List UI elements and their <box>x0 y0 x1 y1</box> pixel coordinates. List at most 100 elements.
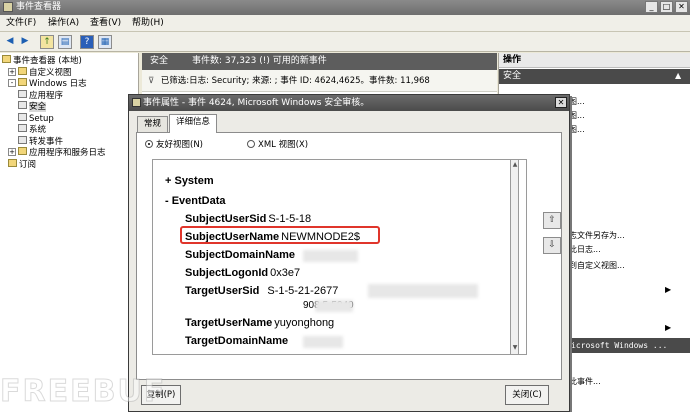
dialog-close-button[interactable]: ✕ <box>555 97 567 108</box>
event-viewer-icon <box>3 2 13 12</box>
view-icon[interactable]: ▦ <box>98 35 112 49</box>
menu-bar: 文件(F) 操作(A) 查看(V) 帮助(H) <box>0 15 690 32</box>
radio-selected-icon <box>145 140 153 148</box>
next-event-button[interactable]: ⇩ <box>543 237 561 254</box>
tab-details[interactable]: 详细信息 <box>169 114 218 133</box>
action-item[interactable]: 图... <box>569 111 585 121</box>
previous-event-button[interactable]: ⇧ <box>543 212 561 229</box>
up-folder-icon[interactable]: ↑ <box>40 35 54 49</box>
event-icon <box>132 98 141 107</box>
details-scrollbar[interactable]: ▲ ▼ <box>510 159 519 355</box>
tree-item-label: 订阅 <box>19 159 37 170</box>
redacted-value <box>303 336 343 348</box>
tree-item[interactable]: - Windows 日志 <box>8 78 87 89</box>
watermark-logo: FREEBUF <box>0 374 167 410</box>
submenu-arrow-icon[interactable]: ▶ <box>665 285 671 294</box>
action-item[interactable]: 图... <box>569 125 585 135</box>
submenu-arrow-icon[interactable]: ▶ <box>665 323 671 332</box>
radio-xml-view[interactable]: XML 视图(X) <box>247 140 308 150</box>
action-item[interactable]: 图... <box>569 97 585 107</box>
folder-icon <box>18 66 27 75</box>
expand-icon[interactable]: + <box>8 67 16 76</box>
close-button[interactable]: 关闭(C) <box>505 385 549 405</box>
forward-icon[interactable]: ▶ <box>18 35 32 49</box>
tree-item[interactable]: 安全 <box>18 101 47 112</box>
redacted-value <box>303 250 358 262</box>
field-target-user-name: TargetUserName yuyonghong <box>185 317 335 329</box>
menu-file[interactable]: 文件(F) <box>6 17 36 29</box>
tree-item[interactable]: 订阅 <box>8 158 37 170</box>
scroll-up-icon[interactable]: ▲ <box>512 162 518 168</box>
filter-icon: ⊽ <box>148 76 155 86</box>
actions-section-security[interactable]: 安全 <box>499 69 690 84</box>
log-icon <box>18 135 27 144</box>
dialog-title: 事件属性 - 事件 4624, Microsoft Windows 安全审核。 <box>143 98 370 108</box>
tree-item-label: 事件查看器 (本地) <box>13 56 82 66</box>
properties-icon[interactable]: ▤ <box>58 35 72 49</box>
menu-view[interactable]: 查看(V) <box>90 17 121 29</box>
navigation-tree: 事件查看器 (本地) + 自定义视图 - Windows 日志 应用程序 安全 Setup 系统… <box>0 53 139 412</box>
folder-icon <box>8 158 17 167</box>
back-icon[interactable]: ◀ <box>3 35 17 49</box>
log-icon <box>18 112 27 121</box>
redacted-value <box>368 284 478 298</box>
field-subject-logon-id: SubjectLogonId 0x3e7 <box>185 267 301 279</box>
minimize-button[interactable]: _ <box>645 1 658 13</box>
tab-general[interactable]: 常规 <box>137 116 169 132</box>
tree-item[interactable]: 系统 <box>18 124 46 135</box>
folder-icon <box>18 78 27 86</box>
tree-item-label: 转发事件 <box>29 136 64 147</box>
tree-item[interactable]: + 应用程序和服务日志 <box>8 147 106 158</box>
collapse-icon[interactable]: - <box>8 79 16 87</box>
tree-item[interactable]: 事件查看器 (本地) <box>2 55 82 66</box>
field-subject-domain-name: SubjectDomainName <box>185 249 296 261</box>
tree-item-label: 自定义视图 <box>29 67 72 78</box>
log-icon <box>18 124 27 132</box>
expand-icon[interactable]: + <box>8 148 16 156</box>
log-name: 安全 <box>150 56 169 66</box>
log-icon <box>18 89 27 98</box>
tree-item[interactable]: 转发事件 <box>18 135 64 147</box>
filter-text: 已筛选:日志: Security; 来源: ; 事件 ID: 4624,4625… <box>160 76 430 86</box>
filter-bar: ⊽ 已筛选:日志: Security; 来源: ; 事件 ID: 4624,46… <box>142 70 497 92</box>
tree-item-label: 应用程序和服务日志 <box>29 148 106 158</box>
log-header: 安全 事件数: 37,323 (!) 可用的新事件 <box>142 53 497 70</box>
highlight-box <box>180 226 380 244</box>
window-title-bar: 事件查看器 _ □ ✕ <box>0 0 690 15</box>
dialog-title-bar: 事件属性 - 事件 4624, Microsoft Windows 安全审核。 <box>129 95 569 111</box>
field-subject-user-sid: SubjectUserSid S-1-5-18 <box>185 213 312 225</box>
window-title: 事件查看器 <box>16 2 62 12</box>
actions-header: 操作 <box>499 53 690 68</box>
action-item[interactable]: 此日志... <box>569 245 601 255</box>
log-icon <box>18 101 27 109</box>
section-system[interactable]: + System <box>165 174 214 188</box>
menu-help[interactable]: 帮助(H) <box>132 17 164 29</box>
folder-icon <box>2 55 11 63</box>
tree-item-label: Windows 日志 <box>29 79 87 89</box>
event-count: 事件数: 37,323 (!) 可用的新事件 <box>192 56 327 66</box>
action-event-item[interactable]: 此事件... <box>569 377 601 387</box>
action-item[interactable]: 志文件另存为... <box>569 231 625 241</box>
help-icon[interactable]: ? <box>80 35 94 49</box>
field-target-domain-name: TargetDomainName <box>185 335 289 347</box>
radio-friendly-view[interactable]: 友好视图(N) <box>145 140 203 150</box>
tree-item-label: 系统 <box>29 125 47 135</box>
redacted-value <box>315 300 353 312</box>
close-window-button[interactable]: ✕ <box>675 1 688 13</box>
scroll-down-icon[interactable]: ▼ <box>512 345 518 351</box>
collapse-section-icon[interactable]: ▲ <box>675 71 681 80</box>
action-item[interactable]: 到自定义视图... <box>569 261 625 271</box>
maximize-button[interactable]: □ <box>660 1 673 13</box>
section-eventdata[interactable]: - EventData <box>165 194 226 208</box>
radio-unselected-icon <box>247 140 255 148</box>
tree-item-label: 应用程序 <box>29 90 64 101</box>
menu-action[interactable]: 操作(A) <box>48 17 79 29</box>
event-details-view: + System - EventData SubjectUserSid S-1-5… <box>152 159 527 355</box>
tree-item-label: 安全 <box>29 102 47 112</box>
tree-item[interactable]: + 自定义视图 <box>8 66 72 78</box>
event-properties-dialog: 事件属性 - 事件 4624, Microsoft Windows 安全审核。 … <box>128 94 570 412</box>
folder-icon <box>18 147 27 155</box>
tree-item-label: Setup <box>29 113 54 124</box>
tree-item[interactable]: Setup <box>18 112 54 124</box>
tree-item[interactable]: 应用程序 <box>18 89 64 101</box>
